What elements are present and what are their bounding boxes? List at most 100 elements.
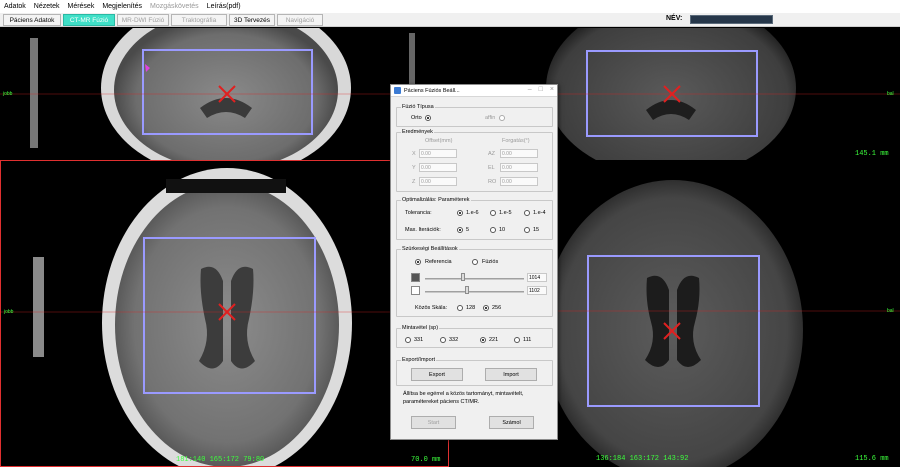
sampling-332-radio[interactable] <box>440 337 446 343</box>
menu-bar: Adatok Nézetek Mérések Megjelenítés Mozg… <box>0 0 900 13</box>
levels-256-label: 256 <box>492 305 502 311</box>
rot-az-label: AZ <box>488 151 496 157</box>
offset-y-field: 0.00 <box>419 163 457 172</box>
lower-value-field[interactable]: 1102 <box>527 286 547 295</box>
mr-top-side-label: bal <box>887 91 894 97</box>
menu-item-nezetek[interactable]: Nézetek <box>34 3 60 10</box>
axis-x-label: X <box>412 151 416 157</box>
sampling-label: Mintavétel (sp) <box>401 325 440 331</box>
tolerance-label: Tolerancia: <box>405 210 432 216</box>
tab-traktografia: Traktográfia <box>171 14 227 26</box>
grayscale-label: Szürkeségi Beállítások <box>401 246 459 252</box>
tolerance-1e4-label: 1.e-4 <box>533 210 546 216</box>
iterations-10-radio[interactable] <box>490 227 496 233</box>
maximize-icon[interactable]: □ <box>539 86 543 93</box>
iterations-5-label: 5 <box>466 227 470 233</box>
grayscale-fusion-label: Fúziós <box>482 259 499 265</box>
upper-value-field[interactable]: 1014 <box>527 273 547 282</box>
iterations-10-label: 10 <box>499 227 506 233</box>
optimization-group: Optimalizálás: Paraméterek Tolerancia: 1… <box>396 197 553 240</box>
ct-top-viewport[interactable]: jobb <box>0 28 449 160</box>
sampling-group: Mintavétel (sp) 331 332 221 111 <box>396 325 553 348</box>
tab-ct-mr-fuzio[interactable]: CT-MR Fúzió <box>63 14 115 26</box>
offset-z-field: 0.00 <box>419 177 457 186</box>
ct-main-distance: 70.0 mm <box>411 456 441 464</box>
fusion-type-orto-label: Orto <box>411 115 422 121</box>
lower-slider-thumb[interactable] <box>464 286 469 294</box>
rot-ro-field: 0.00 <box>500 177 538 186</box>
menu-item-mozgaskovetes: Mozgáskövetés <box>150 3 199 10</box>
rot-el-field: 0.00 <box>500 163 538 172</box>
lower-color-swatch <box>411 286 420 295</box>
sampling-331-radio[interactable] <box>405 337 411 343</box>
levels-256-radio[interactable] <box>483 305 489 311</box>
calculate-button[interactable]: Számol <box>489 416 534 429</box>
rot-el-label: EL <box>488 165 495 171</box>
sampling-111-label: 111 <box>523 337 532 343</box>
axis-y-label: Y <box>412 165 416 171</box>
grayscale-reference-label: Referencia <box>425 259 452 265</box>
levels-128-radio[interactable] <box>457 305 463 311</box>
grayscale-group: Szürkeségi Beállítások Referencia Fúziós… <box>396 246 553 317</box>
results-group: Eredmények Offset(mm) Forgatás(°) X 0.00… <box>396 129 553 192</box>
app-icon <box>394 87 401 94</box>
offset-header: Offset(mm) <box>425 138 453 144</box>
upper-slider-track[interactable] <box>425 278 524 280</box>
import-button[interactable]: Import <box>485 368 537 381</box>
rot-ro-label: RO <box>488 179 497 185</box>
close-icon[interactable]: × <box>550 86 554 93</box>
lower-slider-track[interactable] <box>425 291 524 293</box>
tolerance-1e4-radio[interactable] <box>524 210 530 216</box>
mr-main-coords: 136:184 163:172 143:92 <box>596 455 689 463</box>
ct-top-side-label: jobb <box>3 91 13 97</box>
tab-3d-tervezes[interactable]: 3D Tervezés <box>229 14 275 26</box>
axis-z-label: Z <box>412 179 416 185</box>
ct-main-viewport[interactable]: jobb 181:140 165:172 79:80 70.0 mm <box>0 160 449 467</box>
fusion-type-group: Fúzió Típusa Orto affin <box>396 104 553 127</box>
grayscale-fusion-radio[interactable] <box>472 259 478 265</box>
sampling-111-radio[interactable] <box>514 337 520 343</box>
menu-item-leiras[interactable]: Leírás(pdf) <box>207 3 241 10</box>
dialog-titlebar[interactable]: Páciens Fúziós Beáll... – □ × <box>391 85 557 97</box>
start-button: Start <box>411 416 456 429</box>
optimization-label: Optimalizálás: Paraméterek <box>401 197 471 203</box>
results-label: Eredmények <box>401 129 434 135</box>
fusion-type-affin-radio <box>499 115 505 121</box>
tolerance-1e6-radio[interactable] <box>457 210 463 216</box>
fusion-type-label: Fúzió Típusa <box>401 104 435 110</box>
name-label: NÉV: <box>666 15 683 22</box>
sampling-221-radio[interactable] <box>480 337 486 343</box>
upper-color-swatch <box>411 273 420 282</box>
app-window: Adatok Nézetek Mérések Megjelenítés Mozg… <box>0 0 900 467</box>
tab-paciens-adatok[interactable]: Páciens Adatok <box>3 14 61 26</box>
export-import-group: Export/Import Export Import <box>396 357 553 386</box>
menu-item-adatok[interactable]: Adatok <box>4 3 26 10</box>
sampling-221-label: 221 <box>489 337 499 343</box>
tolerance-1e5-label: 1.e-5 <box>499 210 512 216</box>
mr-main-side-label: bal <box>887 308 894 314</box>
iterations-5-radio[interactable] <box>457 227 463 233</box>
upper-slider-thumb[interactable] <box>460 273 465 281</box>
iterations-label: Max. Iterációk: <box>405 227 441 233</box>
iterations-15-radio[interactable] <box>524 227 530 233</box>
ct-main-coords: 181:140 165:172 79:80 <box>176 456 265 464</box>
name-field[interactable] <box>690 15 773 24</box>
dialog-title: Páciens Fúziós Beáll... <box>404 87 460 94</box>
sampling-331-label: 331 <box>414 337 424 343</box>
offset-x-field: 0.00 <box>419 149 457 158</box>
menu-item-meresek[interactable]: Mérések <box>67 3 94 10</box>
fusion-type-orto-radio[interactable] <box>425 115 431 121</box>
menu-item-megjelenites[interactable]: Megjelenítés <box>102 3 142 10</box>
ct-main-side-label: jobb <box>4 309 14 315</box>
tolerance-1e6-label: 1.e-6 <box>466 210 479 216</box>
ct-main-image <box>1 168 448 466</box>
tolerance-1e5-radio[interactable] <box>490 210 496 216</box>
grayscale-reference-radio[interactable] <box>415 259 421 265</box>
tab-mr-dwi-fuzio: MR-DWI Fúzió <box>117 14 169 26</box>
levels-128-label: 128 <box>466 305 476 311</box>
export-button[interactable]: Export <box>411 368 463 381</box>
fusion-type-affin-label: affin <box>485 115 496 121</box>
sampling-332-label: 332 <box>449 337 459 343</box>
minimize-icon[interactable]: – <box>528 86 532 93</box>
mr-top-distance: 145.1 mm <box>855 150 889 158</box>
